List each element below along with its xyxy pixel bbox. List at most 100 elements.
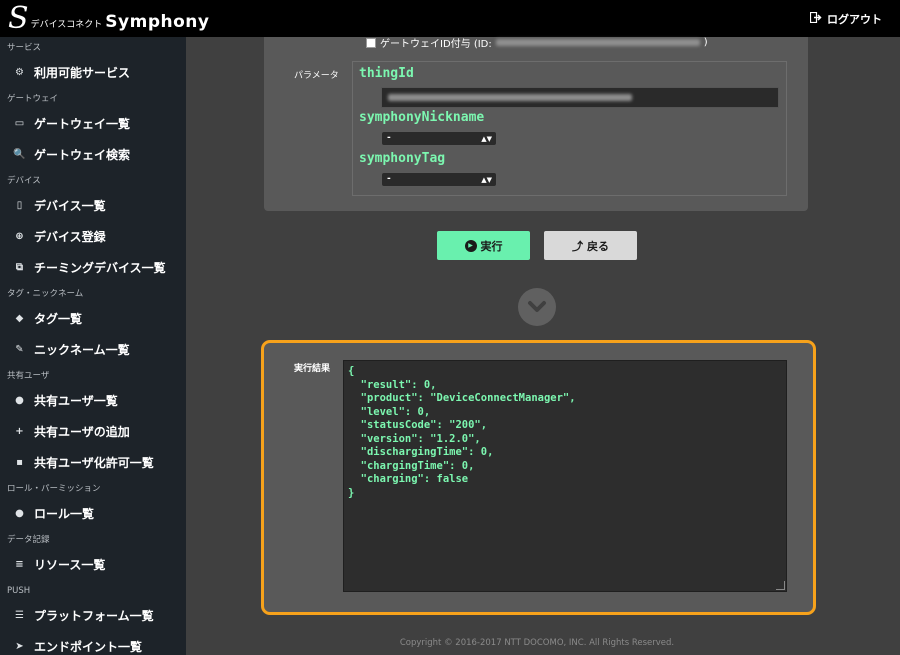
sidebar-item-label: デバイス登録 <box>34 230 106 244</box>
result-line: } <box>348 486 355 499</box>
sidebar-item-label: チーミングデバイス一覧 <box>34 261 166 275</box>
sidebar-item[interactable]: ▪ 共有ユーザ化許可一覧 <box>0 447 186 478</box>
sidebar-item-label: ロール一覧 <box>34 507 95 521</box>
tags-icon: ◆ <box>15 313 24 324</box>
sidebar-item-label: ゲートウェイ検索 <box>34 148 131 162</box>
result-line: "result": 0, <box>348 378 437 391</box>
app-logo[interactable]: S デバイスコネクト Symphony <box>8 4 209 34</box>
result-line: "level": 0, <box>348 405 431 418</box>
gateway-id-checkbox[interactable] <box>366 37 376 48</box>
gateway-id-label: ゲートウェイID付与 (ID: <box>380 39 492 50</box>
sidebar-item-label: エンドポイント一覧 <box>34 640 143 654</box>
param-tag-name: symphonyTag <box>359 151 446 166</box>
sidebar-item-label: デバイス一覧 <box>34 199 106 213</box>
result-line: "dischargingTime": 0, <box>348 446 494 458</box>
sidebar-item[interactable]: ● 共有ユーザ一覧 <box>0 385 186 416</box>
clone-icon: ⧉ <box>15 262 24 273</box>
sidebar-item[interactable]: ⊕ デバイス登録 <box>0 221 186 252</box>
gateway-id-option[interactable]: ゲートウェイID付与 (ID: ) <box>366 35 708 50</box>
user-plus-icon: + <box>15 426 24 437</box>
sidebar-item[interactable]: ⧉ チーミングデバイス一覧 <box>0 252 186 283</box>
sidebar-section-title: ゲートウェイ <box>7 94 59 104</box>
thingid-input[interactable] <box>381 87 779 108</box>
sidebar-section-title: ロール・パーミッション <box>7 484 101 494</box>
param-thingid-name: thingId <box>359 66 414 81</box>
sidebar-item-label: リソース一覧 <box>34 558 106 572</box>
back-label: 戻る <box>587 239 609 253</box>
logout-button[interactable]: ログアウト <box>809 11 882 27</box>
database-icon: ≡ <box>15 559 24 570</box>
param-nickname-name: symphonyNickname <box>359 110 485 125</box>
logo-mark: S <box>8 1 29 36</box>
resize-grip[interactable] <box>776 581 785 590</box>
run-button[interactable]: ▶ 実行 <box>437 231 530 260</box>
gears-icon: ⚙ <box>15 67 24 78</box>
sidebar-section-title: PUSH <box>7 586 31 596</box>
sidebar-item[interactable]: ▯ デバイス一覧 <box>0 190 186 221</box>
nickname-select[interactable]: - ▲▼ <box>381 131 497 146</box>
hdd-icon: ▭ <box>14 118 25 129</box>
result-line: "charging": false <box>348 473 469 485</box>
sidebar-item-label: プラットフォーム一覧 <box>34 609 154 623</box>
sidebar-item[interactable]: 🔍 ゲートウェイ検索 <box>0 139 186 170</box>
sidebar-item[interactable]: ➤ エンドポイント一覧 <box>0 631 186 655</box>
paper-plane-icon: ➤ <box>15 641 24 652</box>
users-icon: ● <box>15 508 24 519</box>
sidebar-section-title: デバイス <box>7 176 41 186</box>
sidebar-item[interactable]: + 共有ユーザの追加 <box>0 416 186 447</box>
logo-subtitle: デバイスコネクト <box>30 20 103 30</box>
sidebar-section-title: サービス <box>7 43 42 53</box>
search-icon: 🔍 <box>13 149 26 160</box>
sidebar-item-label: 共有ユーザの追加 <box>34 425 130 439</box>
sidebar-item-label: 共有ユーザ一覧 <box>34 394 118 408</box>
sidebar-item[interactable]: ◆ タグ一覧 <box>0 303 186 334</box>
logout-label: ログアウト <box>827 13 882 26</box>
sidebar-item-label: ゲートウェイ一覧 <box>34 117 131 131</box>
sidebar-item[interactable]: ● ロール一覧 <box>0 498 186 529</box>
tag-select[interactable]: - ▲▼ <box>381 172 497 187</box>
sidebar-item[interactable]: ▭ ゲートウェイ一覧 <box>0 108 186 139</box>
footer-copyright: Copyright © 2016-2017 NTT DOCOMO, INC. A… <box>399 638 675 648</box>
parameter-panel: ゲートウェイID付与 (ID: ) パラメータ thingId symphony… <box>264 37 808 211</box>
select-arrows-icon: ▲▼ <box>481 135 492 143</box>
back-button[interactable]: ⤴ 戻る <box>544 231 637 260</box>
params-box: thingId symphonyNickname - ▲▼ symphonyTa… <box>352 61 787 196</box>
sidebar-section-title: タグ・ニックネーム <box>7 289 84 299</box>
sidebar-item-label: タグ一覧 <box>34 312 83 326</box>
sidebar-item-label: 共有ユーザ化許可一覧 <box>34 456 154 470</box>
level-up-icon: ⤴ <box>572 239 583 253</box>
sidebar-section-title: データ記録 <box>7 535 50 545</box>
result-panel: 実行結果 { "result": 0, "product": "DeviceCo… <box>261 340 816 615</box>
result-line: "version": "1.2.0", <box>348 432 481 445</box>
mobile-icon: ▯ <box>16 200 23 211</box>
user-icon: ● <box>15 395 24 406</box>
pencil-icon: ✎ <box>15 344 24 355</box>
top-bar: S デバイスコネクト Symphony ログアウト <box>0 0 900 37</box>
sign-out-icon <box>809 11 822 26</box>
unlock-icon: ▪ <box>16 457 23 468</box>
result-line: "product": "DeviceConnectManager", <box>348 392 576 404</box>
result-line: "chargingTime": 0, <box>348 459 475 472</box>
result-textarea[interactable]: { "result": 0, "product": "DeviceConnect… <box>343 360 787 592</box>
redacted-thingid-value <box>388 94 632 101</box>
params-label: パラメータ <box>294 71 339 81</box>
gateway-id-label-end: ) <box>703 37 708 48</box>
redacted-gateway-id <box>495 39 700 46</box>
nickname-select-value: - <box>387 133 391 143</box>
result-line: "statusCode": "200", <box>348 419 488 431</box>
sidebar-item[interactable]: ✎ ニックネーム一覧 <box>0 334 186 365</box>
play-circle-icon: ▶ <box>464 239 477 252</box>
result-label: 実行結果 <box>294 364 331 374</box>
sidebar-item[interactable]: ☰ プラットフォーム一覧 <box>0 600 186 631</box>
sidebar-item[interactable]: ≡ リソース一覧 <box>0 549 186 580</box>
chevron-down-icon <box>518 288 556 326</box>
sidebar-item[interactable]: ⚙ 利用可能サービス <box>0 57 186 88</box>
main-content: ゲートウェイID付与 (ID: ) パラメータ thingId symphony… <box>186 37 900 655</box>
server-icon: ☰ <box>15 610 24 621</box>
sidebar-section-title: 共有ユーザ <box>7 371 50 381</box>
tag-select-value: - <box>387 174 391 184</box>
select-arrows-icon: ▲▼ <box>481 176 492 184</box>
sidebar-item-label: ニックネーム一覧 <box>34 343 130 357</box>
plus-circle-icon: ⊕ <box>15 231 24 242</box>
sidebar-item-label: 利用可能サービス <box>34 66 131 80</box>
